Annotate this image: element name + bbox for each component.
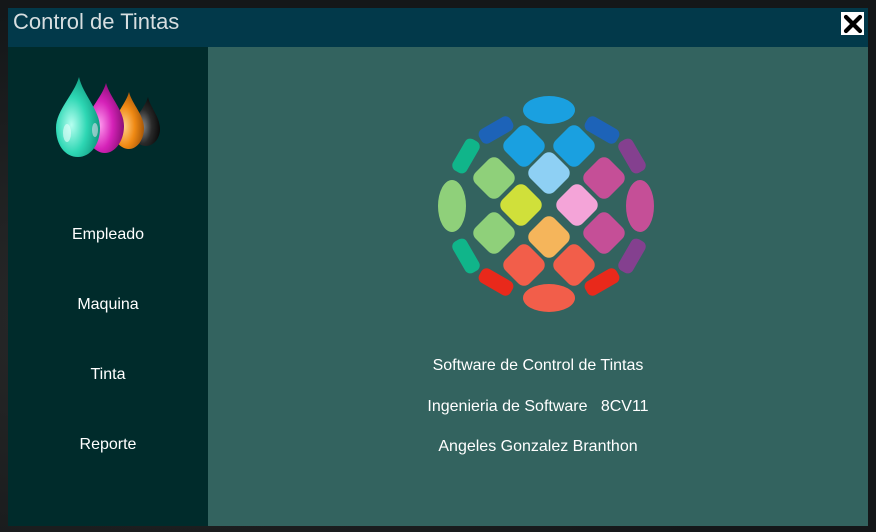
colorful-sphere-logo [438, 96, 654, 312]
course-text: Ingenieria de Software 8CV11 [427, 398, 649, 415]
nav-item-tinta[interactable]: Tinta [8, 358, 208, 392]
window-title: Control de Tintas [13, 9, 180, 34]
nav-item-maquina[interactable]: Maquina [8, 288, 208, 322]
app-window: Control de Tintas Empleado Maquina Tinta… [8, 8, 868, 526]
close-button[interactable] [841, 12, 864, 35]
nav-item-reporte[interactable]: Reporte [8, 428, 208, 462]
software-name-text: Software de Control de Tintas [432, 357, 644, 374]
ink-drops-logo [56, 77, 160, 157]
main-panel: Software de Control de Tintas Ingenieria… [208, 47, 868, 526]
sidebar: Empleado Maquina Tinta Reporte [8, 47, 208, 526]
title-bar[interactable]: Control de Tintas [8, 8, 868, 47]
teal-drop [56, 77, 100, 157]
close-icon [843, 14, 862, 33]
nav-item-empleado[interactable]: Empleado [8, 218, 208, 252]
author-text: Angeles Gonzalez Branthon [438, 438, 638, 455]
